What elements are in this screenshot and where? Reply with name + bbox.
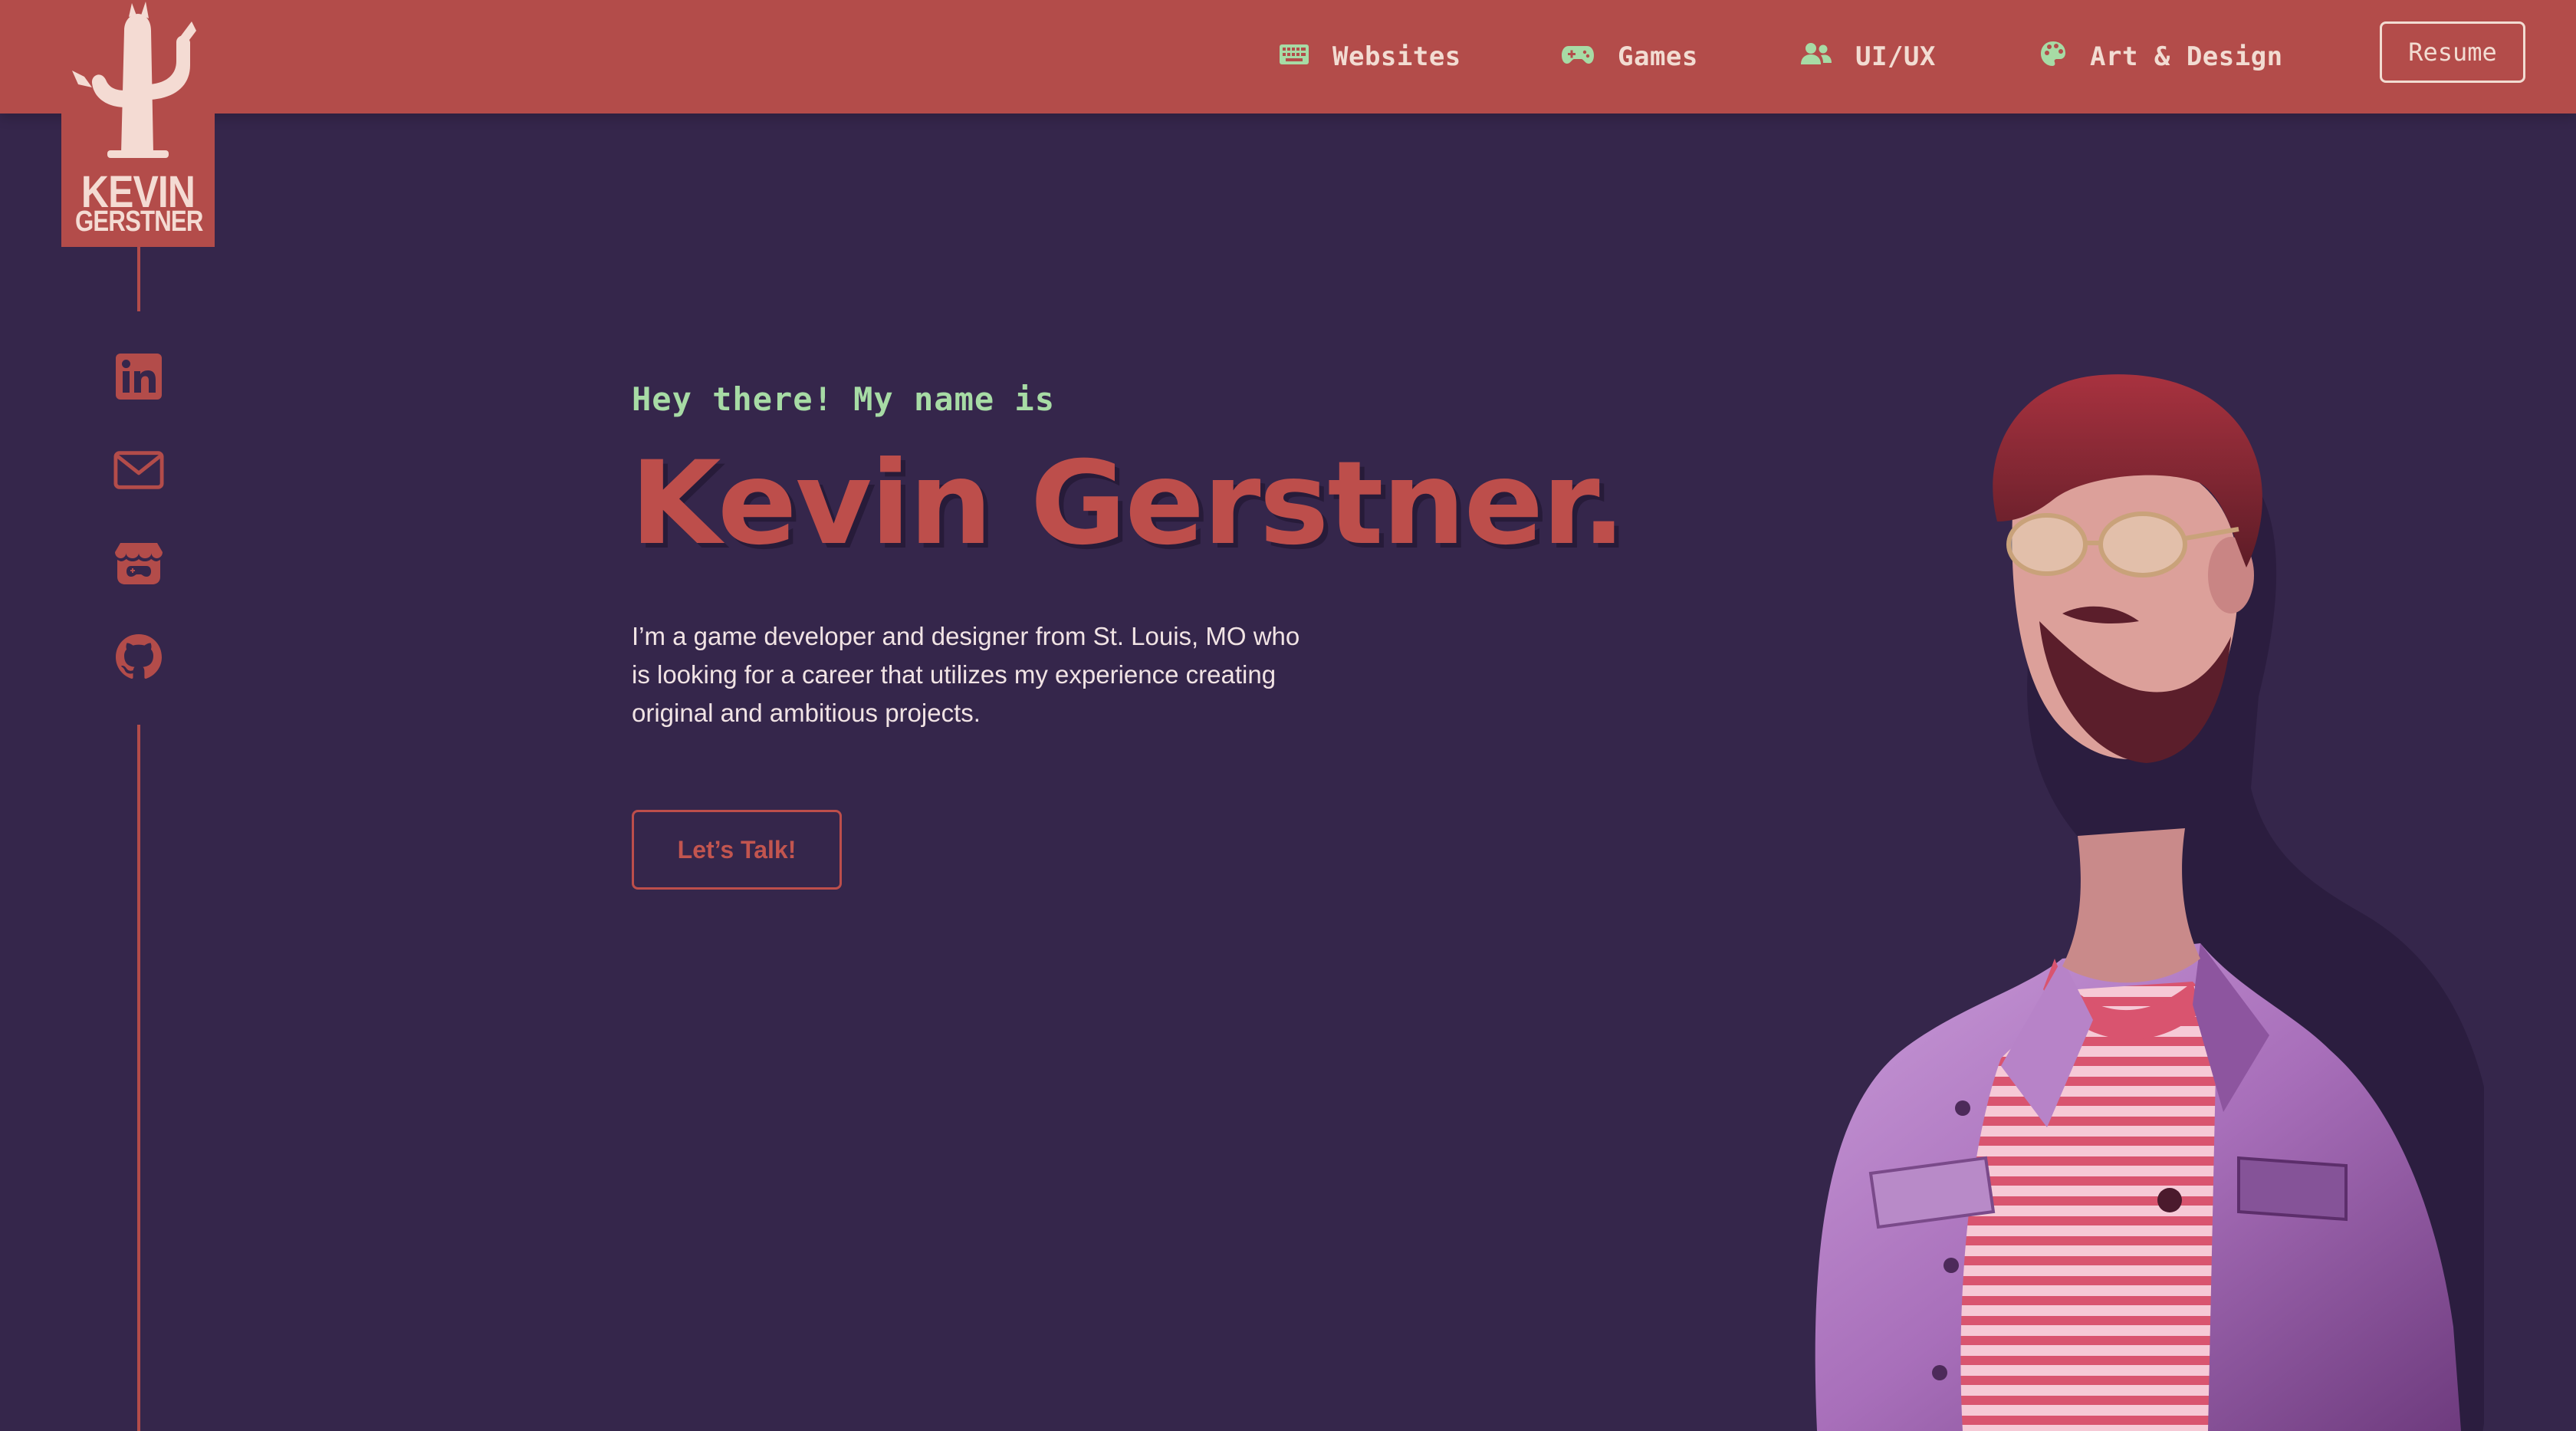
itchio-icon <box>115 543 163 584</box>
nav-item-label: Websites <box>1332 41 1461 72</box>
palette-icon <box>2039 40 2067 74</box>
lets-talk-button[interactable]: Let’s Talk! <box>632 810 842 890</box>
logo-text-last-name: GERSTNER <box>75 206 203 238</box>
mail-icon <box>113 451 164 489</box>
rail-divider-top <box>137 247 140 311</box>
nav-item-label: UI/UX <box>1855 41 1936 72</box>
nav-item-games[interactable]: Games <box>1561 0 1698 113</box>
keyboard-icon <box>1279 41 1309 72</box>
nav-item-label: Art & Design <box>2090 41 2283 72</box>
nav-item-art-design[interactable]: Art & Design <box>2039 0 2283 113</box>
users-icon <box>1800 41 1832 73</box>
github-icon <box>116 634 162 679</box>
hero-description: I’m a game developer and designer from S… <box>632 622 1300 727</box>
nav-item-uiux[interactable]: UI/UX <box>1800 0 1936 113</box>
cactus-icon <box>72 2 196 158</box>
itchio-link[interactable] <box>113 538 164 589</box>
hero-name-heading: Kevin Gerstner. <box>630 437 1626 571</box>
nav-item-label: Games <box>1618 41 1698 72</box>
linkedin-link[interactable] <box>113 351 164 402</box>
top-navigation-bar: Websites Games UI/UX Art & Design Resume <box>0 0 2576 113</box>
hero-greeting: Hey there! My name is <box>632 380 1056 418</box>
resume-button[interactable]: Resume <box>2380 21 2525 83</box>
linkedin-icon <box>116 354 162 400</box>
github-link[interactable] <box>113 632 164 683</box>
site-logo[interactable]: KEVIN GERSTNER <box>61 0 215 247</box>
profile-photo <box>1733 299 2502 1431</box>
nav-item-websites[interactable]: Websites <box>1279 0 1461 113</box>
rail-divider-bottom <box>137 725 140 1431</box>
email-link[interactable] <box>113 445 164 495</box>
gamepad-icon <box>1561 41 1595 72</box>
